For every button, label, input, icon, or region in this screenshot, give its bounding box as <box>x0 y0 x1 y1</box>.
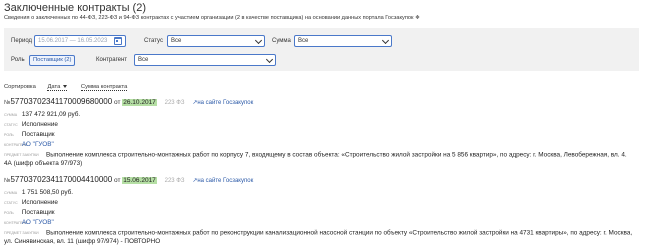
page-title: Заключенные контракты (2) <box>4 2 146 14</box>
contract-number[interactable]: №57703702341170004410000 <box>4 175 112 184</box>
sort-sum-option[interactable]: Сумма контракта <box>80 84 128 91</box>
calendar-icon[interactable] <box>114 37 122 45</box>
period-input[interactable]: 15.06.2017 — 16.05.2023 <box>34 35 126 47</box>
role-value: Поставщик (2) <box>33 57 72 63</box>
sum-label: Сумма <box>272 38 291 44</box>
page-subtitle: Сведения о заключенных по 44-ФЗ, 223-ФЗ … <box>4 15 420 21</box>
role-tag[interactable]: Поставщик (2) <box>29 55 76 66</box>
counterparty-select[interactable]: Все <box>134 54 276 66</box>
sum-select[interactable]: Все <box>294 35 392 47</box>
status-label: Статус <box>144 38 163 44</box>
period-label: Период <box>11 38 33 44</box>
goszakupki-link[interactable]: ↗на сайте Госзакупок <box>192 100 253 106</box>
goszakupki-link-label: на сайте Госзакупок <box>197 100 254 106</box>
contract-subject-text: Выполнение комплекса строительно-монтажн… <box>4 229 633 245</box>
sort-label: Сортировка <box>4 84 36 90</box>
goszakupki-link-label: на сайте Госзакупок <box>197 178 254 184</box>
contract-sum: 137 472 921,09 руб. <box>21 111 81 118</box>
customer-field-label: контрагент <box>4 142 28 147</box>
info-icon[interactable]: ❖ <box>415 15 420 21</box>
sort-date-select[interactable]: Дата <box>47 84 68 91</box>
goszakupki-link[interactable]: ↗на сайте Госзакупок <box>192 178 253 184</box>
from-label: от <box>114 177 121 184</box>
contract-date: 15.06.2017 <box>122 177 157 184</box>
law-badge: 223 ФЗ <box>164 100 185 106</box>
sum-field-label: сумма <box>4 112 18 117</box>
contract-status: Исполнение <box>21 199 58 206</box>
contract-customer-link[interactable]: АО "ГУОВ" <box>22 219 54 226</box>
status-value: Все <box>171 38 182 44</box>
law-badge: 223 ФЗ <box>164 178 185 184</box>
sort-selected: Дата <box>47 84 61 90</box>
chevron-down-icon <box>254 36 263 45</box>
contract-subject: предмет закупки Выполнение комплекса стро… <box>4 151 636 168</box>
contract-date: 26.10.2017 <box>122 99 157 106</box>
role-field-label: роль <box>4 210 14 215</box>
subject-field-label: предмет закупки <box>4 231 39 235</box>
contract-role: Поставщик <box>21 131 55 138</box>
subject-field-label: предмет закупки <box>4 153 39 157</box>
subtitle-text: Сведения о заключенных по 44-ФЗ, 223-ФЗ … <box>4 15 414 21</box>
contract-number-value: 57703702341170009680000 <box>10 97 113 106</box>
from-label: от <box>114 99 121 106</box>
filter-panel: Период 15.06.2017 — 16.05.2023 Статус Вс… <box>4 28 639 71</box>
sum-value: Все <box>298 38 309 44</box>
chevron-down-icon <box>265 55 274 64</box>
contract-subject-text: Выполнение комплекса строительно-монтажн… <box>4 151 627 167</box>
contract-sum: 1 751 508,50 руб. <box>21 189 74 196</box>
status-field-label: статус <box>4 122 18 127</box>
customer-field-label: контрагент <box>4 220 28 225</box>
contract-number-value: 57703702341170004410000 <box>10 175 113 184</box>
role-label: Роль <box>11 57 25 63</box>
contract-status: Исполнение <box>21 121 58 128</box>
contract-subject: предмет закупки Выполнение комплекса стро… <box>4 229 636 246</box>
status-select[interactable]: Все <box>167 35 265 47</box>
counterparty-label: Контрагент <box>96 57 128 63</box>
chevron-down-icon <box>381 36 390 45</box>
status-field-label: статус <box>4 200 18 205</box>
contract-number[interactable]: №57703702341170009680000 <box>4 97 112 106</box>
caret-down-icon <box>63 84 68 88</box>
contract-role: Поставщик <box>21 209 55 216</box>
role-field-label: роль <box>4 132 14 137</box>
sum-field-label: сумма <box>4 190 18 195</box>
period-placeholder: 15.06.2017 — 16.05.2023 <box>38 38 108 44</box>
counterparty-value: Все <box>138 57 149 63</box>
contract-customer-link[interactable]: АО "ГУОВ" <box>22 141 54 148</box>
sort-bar: Сортировка Дата Сумма контракта <box>4 84 128 91</box>
